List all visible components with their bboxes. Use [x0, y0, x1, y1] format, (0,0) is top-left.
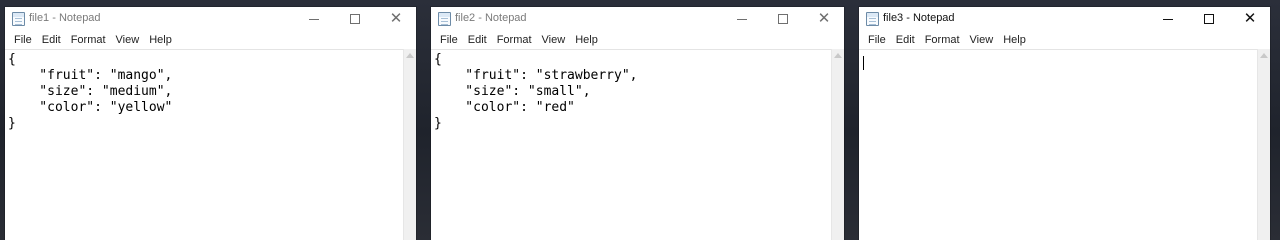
- close-icon: ✕: [817, 8, 831, 27]
- chevron-up-icon[interactable]: [834, 53, 842, 58]
- notepad-icon: [866, 12, 879, 26]
- close-icon: ✕: [389, 8, 403, 27]
- maximize-icon: [1204, 14, 1214, 24]
- maximize-icon: [350, 14, 360, 24]
- notepad-icon: [438, 12, 451, 26]
- editor-content: { "fruit": "mango", "size": "medium", "c…: [8, 52, 173, 131]
- menu-help[interactable]: Help: [570, 31, 603, 49]
- title-bar[interactable]: file2 - Notepad ✕: [431, 7, 844, 31]
- menu-file[interactable]: File: [863, 31, 891, 49]
- close-icon: ✕: [1243, 8, 1257, 27]
- notepad-window-file1[interactable]: file1 - Notepad ✕ File Edit Format View …: [5, 7, 416, 240]
- maximize-icon: [778, 14, 788, 24]
- vertical-scrollbar[interactable]: [1257, 49, 1270, 240]
- maximize-button[interactable]: [335, 7, 375, 31]
- menu-view[interactable]: View: [111, 31, 145, 49]
- menu-view[interactable]: View: [537, 31, 571, 49]
- maximize-button[interactable]: [763, 7, 803, 31]
- notepad-window-file2[interactable]: file2 - Notepad ✕ File Edit Format View …: [431, 7, 844, 240]
- menu-file[interactable]: File: [435, 31, 463, 49]
- close-button[interactable]: ✕: [804, 7, 844, 31]
- chevron-up-icon[interactable]: [1260, 53, 1268, 58]
- window-title: file2 - Notepad: [455, 12, 527, 24]
- text-editor[interactable]: { "fruit": "strawberry", "size": "small"…: [431, 49, 831, 240]
- maximize-button[interactable]: [1189, 7, 1229, 31]
- notepad-icon: [12, 12, 25, 26]
- menu-help[interactable]: Help: [998, 31, 1031, 49]
- menu-format[interactable]: Format: [920, 31, 965, 49]
- title-bar[interactable]: file3 - Notepad ✕: [859, 7, 1270, 31]
- window-title: file1 - Notepad: [29, 12, 101, 24]
- window-title: file3 - Notepad: [883, 12, 955, 24]
- vertical-scrollbar[interactable]: [831, 49, 844, 240]
- menu-bar: File Edit Format View Help: [859, 31, 1270, 49]
- vertical-scrollbar[interactable]: [403, 49, 416, 240]
- text-caret: [863, 56, 864, 70]
- menu-bar: File Edit Format View Help: [431, 31, 844, 49]
- menu-format[interactable]: Format: [492, 31, 537, 49]
- editor-content: { "fruit": "strawberry", "size": "small"…: [434, 52, 638, 131]
- minimize-button[interactable]: [294, 7, 334, 31]
- menu-bar: File Edit Format View Help: [5, 31, 416, 49]
- menu-edit[interactable]: Edit: [463, 31, 492, 49]
- minimize-icon: [737, 18, 747, 20]
- close-button[interactable]: ✕: [1230, 7, 1270, 31]
- menu-edit[interactable]: Edit: [37, 31, 66, 49]
- minimize-button[interactable]: [722, 7, 762, 31]
- menu-view[interactable]: View: [965, 31, 999, 49]
- menu-help[interactable]: Help: [144, 31, 177, 49]
- close-button[interactable]: ✕: [376, 7, 416, 31]
- menu-format[interactable]: Format: [66, 31, 111, 49]
- chevron-up-icon[interactable]: [406, 53, 414, 58]
- menu-file[interactable]: File: [9, 31, 37, 49]
- text-editor[interactable]: { "fruit": "mango", "size": "medium", "c…: [5, 49, 403, 240]
- notepad-window-file3[interactable]: file3 - Notepad ✕ File Edit Format View …: [859, 7, 1270, 240]
- menu-edit[interactable]: Edit: [891, 31, 920, 49]
- minimize-icon: [1163, 18, 1173, 20]
- minimize-button[interactable]: [1148, 7, 1188, 31]
- text-editor[interactable]: [859, 49, 1257, 240]
- minimize-icon: [309, 18, 319, 20]
- title-bar[interactable]: file1 - Notepad ✕: [5, 7, 416, 31]
